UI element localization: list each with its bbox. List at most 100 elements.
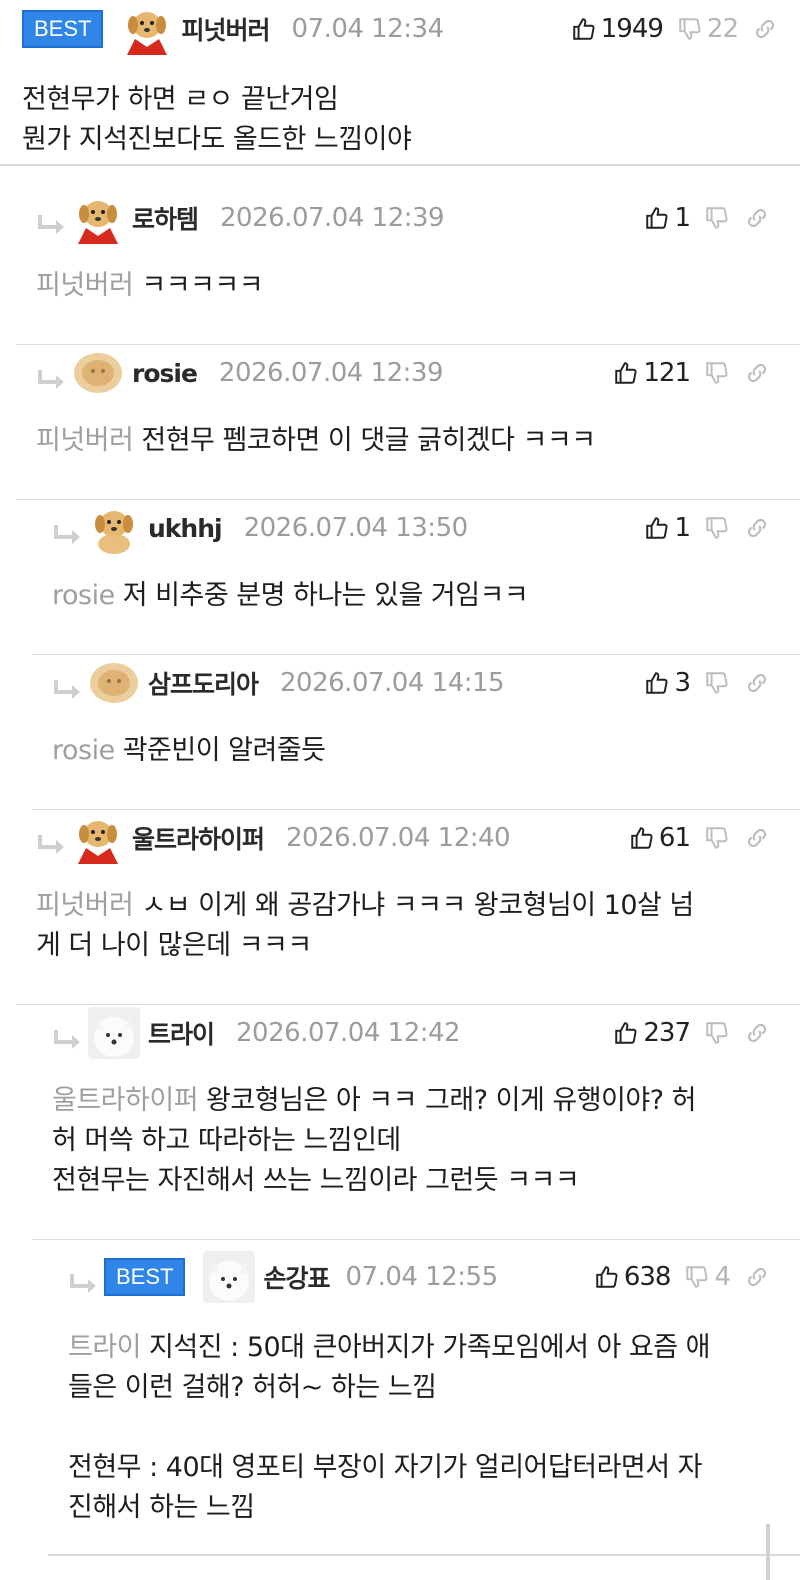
- thumbs-down-icon: [679, 18, 701, 40]
- comment-line-wrap: 피넛버러 ㅅㅂ 이게 왜 공감가냐 ㅋㅋㅋ 왕코형님이 10살 넘: [36, 886, 770, 926]
- link-icon: [747, 208, 767, 228]
- comment-reply: 울트라하이퍼 2026.07.04 12:40 61 피넛버러 ㅅㅂ 이게 왜 공…: [16, 810, 800, 1005]
- thumbs-down-icon: [706, 362, 728, 384]
- link-icon: [747, 828, 767, 848]
- reply-arrow-icon: [70, 1274, 96, 1293]
- share-button[interactable]: [744, 825, 770, 851]
- comment-reply: rosie 2026.07.04 12:39 121 피넛버러 전현무 펨코하면 …: [16, 345, 800, 500]
- thumbs-up-icon: [646, 517, 668, 539]
- like-count: 638: [623, 1262, 672, 1292]
- comment-reply: 트라이 2026.07.04 12:42 237 울트라하이퍼 왕코형님은 아 ㅋ…: [32, 1005, 800, 1240]
- avatar[interactable]: [88, 657, 140, 709]
- mention[interactable]: rosie: [52, 580, 115, 611]
- share-button[interactable]: [744, 1020, 770, 1046]
- comment-body: 트라이 지석진 : 50대 큰아버지가 가족모임에서 아 요즘 애 들은 이런 걸…: [68, 1314, 770, 1528]
- timestamp: 2026.07.04 12:39: [218, 358, 444, 388]
- comment-line: 저 비추중 분명 하나는 있을 거임ㅋㅋ: [122, 580, 529, 611]
- mention[interactable]: 피넛버러: [36, 425, 134, 456]
- nickname[interactable]: rosie: [132, 359, 198, 388]
- timestamp: 07.04 12:34: [291, 14, 444, 44]
- mention[interactable]: rosie: [52, 735, 115, 766]
- comment-line: 전현무는 자진해서 쓰는 느낌이라 그런듯 ㅋㅋㅋ: [52, 1165, 580, 1196]
- avatar[interactable]: [88, 502, 140, 554]
- like-button[interactable]: 121: [613, 358, 691, 388]
- share-button[interactable]: [744, 205, 770, 231]
- dislike-button[interactable]: [704, 205, 730, 231]
- thumbs-up-icon: [646, 672, 668, 694]
- comment: BEST 피넛버러 07.04 12:34 1949 22 전현무가 하면 ㄹㅇ…: [0, 0, 800, 166]
- comment-actions: 1: [630, 500, 770, 556]
- comment-line: 게 더 나이 많은데 ㅋㅋㅋ: [36, 930, 312, 961]
- like-button[interactable]: 1: [644, 513, 691, 543]
- share-button[interactable]: [744, 1264, 770, 1290]
- share-button[interactable]: [752, 16, 778, 42]
- avatar[interactable]: [72, 192, 124, 244]
- like-button[interactable]: 1949: [571, 14, 664, 44]
- comment-reply: 삼프도리아 2026.07.04 14:15 3 rosie 곽준빈이 알려줄듯: [32, 655, 800, 810]
- scrollbar[interactable]: [766, 1524, 770, 1580]
- best-badge: BEST: [22, 10, 104, 48]
- like-button[interactable]: 237: [613, 1018, 691, 1048]
- like-count: 61: [658, 823, 691, 853]
- comment-line: 전현무 펨코하면 이 댓글 긁히겠다 ㅋㅋㅋ: [141, 425, 596, 456]
- link-icon: [755, 19, 775, 39]
- avatar[interactable]: [121, 3, 174, 55]
- nickname[interactable]: 로하템: [132, 200, 199, 236]
- nickname[interactable]: 삼프도리아: [148, 665, 259, 701]
- comment-line: 지석진 : 50대 큰아버지가 가족모임에서 아 요즘 애: [149, 1332, 711, 1363]
- thumbs-up-icon: [631, 827, 653, 849]
- dislike-button[interactable]: 4: [684, 1262, 731, 1292]
- link-icon: [747, 1267, 767, 1287]
- avatar[interactable]: [72, 347, 124, 399]
- like-button[interactable]: 3: [644, 668, 691, 698]
- comment-reply: BEST 손강표 07.04 12:55 638 4 트라이 지석진 : 50대 …: [48, 1240, 800, 1556]
- mention[interactable]: 피넛버러: [36, 270, 134, 301]
- dislike-button[interactable]: [704, 515, 730, 541]
- comment-body: 전현무가 하면 ㄹㅇ 끝난거임 뭔가 지석진보다도 올드한 느낌이야: [22, 58, 778, 160]
- thumbs-down-icon: [706, 827, 728, 849]
- like-count: 1: [674, 203, 691, 233]
- share-button[interactable]: [744, 515, 770, 541]
- avatar[interactable]: [72, 812, 124, 864]
- like-count: 121: [643, 358, 691, 388]
- nickname[interactable]: 트라이: [148, 1015, 215, 1051]
- like-button[interactable]: 61: [629, 823, 691, 853]
- comment-body: 울트라하이퍼 왕코형님은 아 ㅋㅋ 그래? 이게 유행이야? 허 허 머쓱 하고 …: [52, 1061, 770, 1201]
- reply-arrow-icon: [54, 525, 80, 544]
- mention[interactable]: 피넛버러: [36, 890, 134, 921]
- comment-body: 피넛버러 전현무 펨코하면 이 댓글 긁히겠다 ㅋㅋㅋ: [36, 401, 770, 461]
- reply-arrow-icon: [54, 1030, 80, 1049]
- mention[interactable]: 트라이: [68, 1332, 142, 1363]
- timestamp: 2026.07.04 12:42: [236, 1018, 461, 1048]
- avatar[interactable]: [88, 1007, 140, 1059]
- comment-line: ㅋㅋㅋㅋㅋ: [141, 270, 264, 301]
- dislike-button[interactable]: [704, 360, 730, 386]
- comment-line: ㅅㅂ 이게 왜 공감가냐 ㅋㅋㅋ 왕코형님이 10살 넘: [141, 890, 694, 921]
- comment-actions: 237: [599, 1005, 770, 1061]
- comment-line: 전현무가 하면 ㄹㅇ 끝난거임: [22, 84, 339, 115]
- comment-body: rosie 저 비추중 분명 하나는 있을 거임ㅋㅋ: [52, 556, 770, 616]
- nickname[interactable]: 울트라하이퍼: [132, 820, 265, 856]
- like-button[interactable]: 1: [644, 203, 691, 233]
- mention[interactable]: 울트라하이퍼: [52, 1085, 199, 1116]
- nickname[interactable]: 손강표: [263, 1259, 330, 1295]
- share-button[interactable]: [744, 360, 770, 386]
- dislike-button[interactable]: [704, 825, 730, 851]
- share-button[interactable]: [744, 670, 770, 696]
- nickname[interactable]: ukhhj: [148, 514, 223, 543]
- like-button[interactable]: 638: [594, 1262, 671, 1292]
- timestamp: 2026.07.04 14:15: [280, 668, 505, 698]
- comment-line: 뭔가 지석진보다도 올드한 느낌이야: [22, 124, 412, 155]
- thumbs-down-icon: [686, 1266, 708, 1288]
- dislike-button[interactable]: [704, 1020, 730, 1046]
- avatar[interactable]: [203, 1251, 256, 1303]
- dislike-button[interactable]: [704, 670, 730, 696]
- best-badge: BEST: [104, 1258, 186, 1296]
- dislike-count: 4: [714, 1262, 731, 1292]
- dislike-button[interactable]: 22: [677, 14, 739, 44]
- thumbs-up-icon: [573, 18, 595, 40]
- nickname[interactable]: 피넛버러: [181, 11, 270, 47]
- comment-line: 곽준빈이 알려줄듯: [122, 735, 326, 766]
- comment-reply: 로하템 2026.07.04 12:39 1 피넛버러 ㅋㅋㅋㅋㅋ: [16, 190, 800, 345]
